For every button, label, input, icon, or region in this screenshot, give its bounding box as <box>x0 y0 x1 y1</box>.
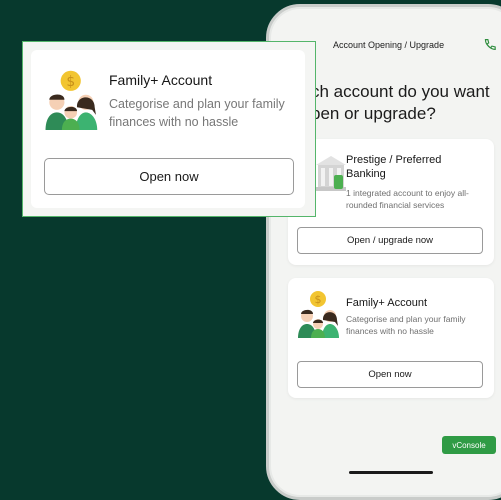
prestige-title: Prestige / Preferred Banking <box>346 153 441 181</box>
popup-open-button[interactable]: Open now <box>44 158 294 195</box>
family-desc-line-2: finances with no hassle <box>346 326 434 336</box>
vconsole-button[interactable]: vConsole <box>442 436 496 454</box>
open-upgrade-button[interactable]: Open / upgrade now <box>297 227 483 254</box>
zoom-callout: $ Family+ Account Categorise and plan yo… <box>22 41 316 217</box>
prestige-desc: 1 integrated account to enjoy all- round… <box>346 187 469 211</box>
family-card: $ Family+ Account Categorise and plan yo… <box>288 278 494 398</box>
popup-desc-line-1: Categorise and plan your family <box>109 97 285 111</box>
prestige-desc-line-1: 1 integrated account to enjoy all- <box>346 188 469 198</box>
svg-text:$: $ <box>66 74 75 90</box>
prestige-title-line-2: Banking <box>346 168 386 180</box>
page-title: Account Opening / Upgrade <box>333 40 445 50</box>
family-title: Family+ Account <box>346 297 428 309</box>
home-indicator[interactable] <box>349 471 433 474</box>
family-desc: Categorise and plan your family finances… <box>346 313 466 337</box>
family-open-button[interactable]: Open now <box>297 361 483 388</box>
popup-desc: Categorise and plan your family finances… <box>109 95 299 131</box>
building-icon <box>316 156 346 191</box>
family-money-icon: $ <box>45 70 98 130</box>
family-money-icon: $ <box>298 291 339 338</box>
question-line-1: ch account do you want <box>311 82 490 101</box>
popup-desc-line-2: finances with no hassle <box>109 115 239 129</box>
question-line-2: pen or upgrade? <box>311 104 436 123</box>
popup-title: Family+ Account <box>109 72 213 88</box>
family-popup-card: $ Family+ Account Categorise and plan yo… <box>31 50 305 208</box>
family-desc-line-1: Categorise and plan your family <box>346 314 466 324</box>
prestige-card: Prestige / Preferred Banking 1 integrate… <box>288 139 494 265</box>
prestige-desc-line-2: rounded financial services <box>346 200 445 210</box>
question-heading: ch account do you want pen or upgrade? <box>311 81 490 125</box>
prestige-title-line-1: Prestige / Preferred <box>346 154 442 166</box>
svg-text:$: $ <box>315 293 322 306</box>
phone-icon[interactable] <box>483 38 496 51</box>
